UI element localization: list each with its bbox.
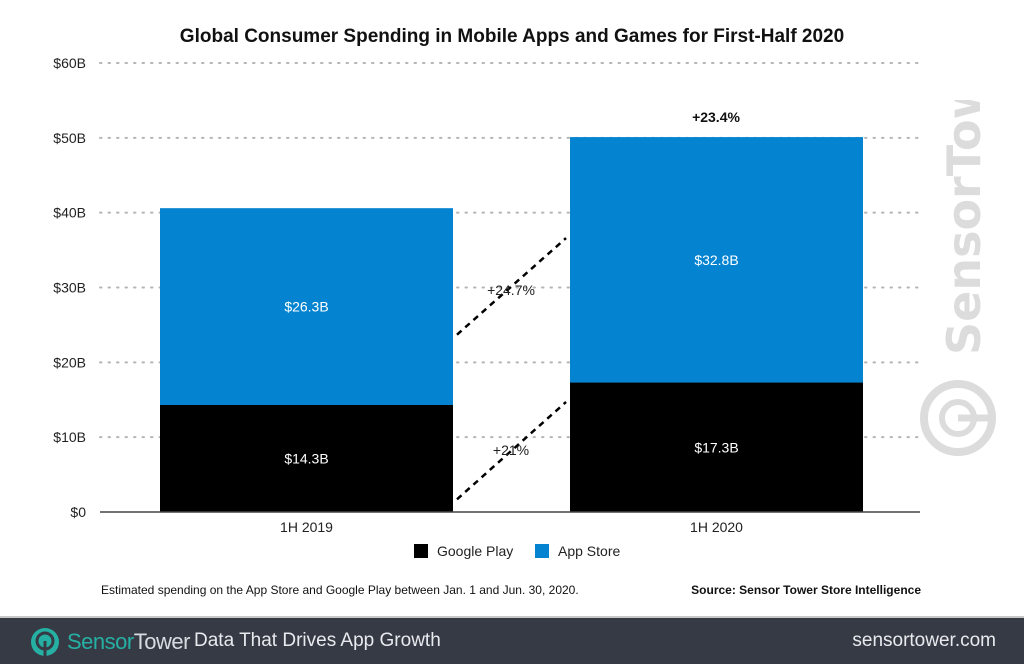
- watermark-text: SensorTower: [937, 100, 991, 355]
- y-tick-label: $0: [70, 504, 86, 520]
- y-tick-label: $20B: [53, 354, 86, 370]
- google-play-growth-label: +21%: [493, 442, 529, 458]
- y-axis-ticks: $0 $10B $20B $30B $40B $50B $60B: [53, 55, 86, 520]
- legend-label-google-play: Google Play: [437, 543, 513, 559]
- footer-banner: SensorTower Data That Drives App Growth …: [0, 616, 1024, 664]
- x-axis-categories: 1H 2019 1H 2020: [280, 519, 743, 535]
- sensortower-watermark: SensorTower: [920, 100, 996, 456]
- tagline: Data That Drives App Growth: [194, 630, 441, 651]
- legend: Google Play App Store: [414, 543, 620, 559]
- brand-name: SensorTower: [67, 629, 190, 655]
- y-tick-label: $10B: [53, 429, 86, 445]
- x-category-label: 1H 2019: [280, 519, 333, 535]
- bar-value-label: $26.3B: [284, 299, 328, 315]
- stacked-bar-chart: Global Consumer Spending in Mobile Apps …: [53, 26, 921, 559]
- bar-value-label: $32.8B: [694, 252, 738, 268]
- legend-label-app-store: App Store: [558, 543, 620, 559]
- brand-name-part2: Tower: [133, 629, 191, 654]
- total-growth-label: +23.4%: [692, 109, 740, 125]
- chart-title: Global Consumer Spending in Mobile Apps …: [180, 26, 844, 47]
- x-category-label: 1H 2020: [690, 519, 743, 535]
- y-tick-label: $30B: [53, 280, 86, 296]
- bar-value-label: $17.3B: [694, 439, 738, 455]
- growth-connectors: [456, 237, 567, 501]
- brand-name-part1: Sensor: [67, 629, 134, 654]
- sensortower-logo-icon: [31, 628, 59, 657]
- y-tick-label: $50B: [53, 130, 86, 146]
- footnote: Estimated spending on the App Store and …: [101, 583, 579, 597]
- y-tick-label: $40B: [53, 205, 86, 221]
- app-store-growth-label: +24.7%: [487, 282, 535, 298]
- y-tick-label: $60B: [53, 55, 86, 71]
- legend-swatch-app-store: [535, 544, 549, 558]
- legend-swatch-google-play: [414, 544, 428, 558]
- source-label: Source: Sensor Tower Store Intelligence: [691, 583, 921, 597]
- bar-value-label: $14.3B: [284, 450, 328, 466]
- site-link[interactable]: sensortower.com: [852, 630, 996, 652]
